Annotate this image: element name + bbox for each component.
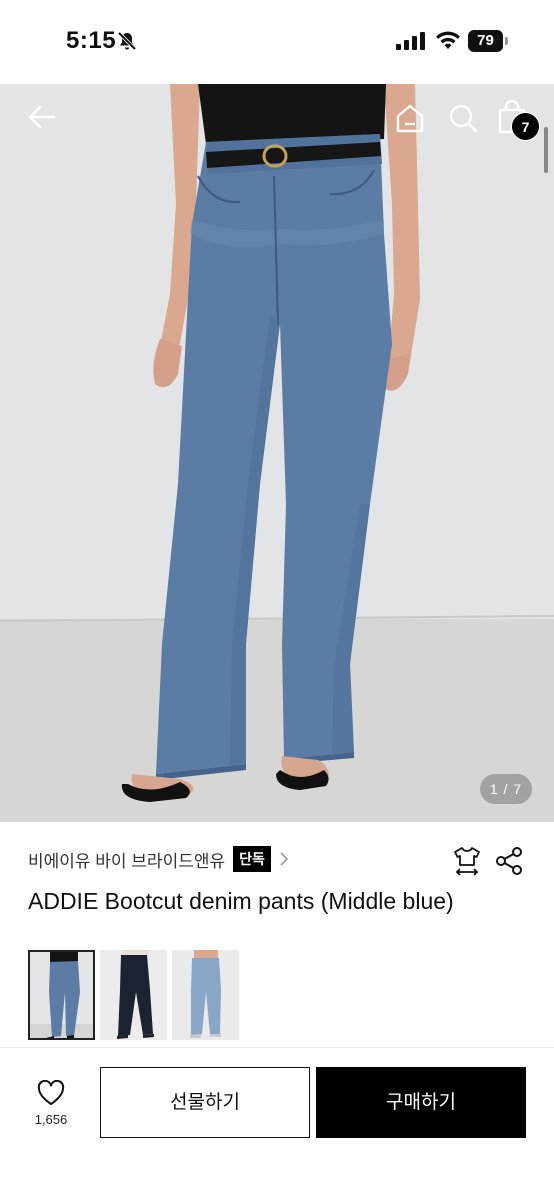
battery-level: 79 [468,30,503,52]
heart-icon [37,1080,65,1105]
like-count: 1,656 [34,1112,68,1127]
search-icon[interactable] [447,102,479,134]
status-bar: 5:15 79 [0,0,554,84]
gift-button[interactable]: 선물하기 [100,1067,310,1138]
battery-icon: 79 [468,30,508,52]
status-time: 5:15 [66,27,117,54]
brand-link[interactable]: 비에이유 바이 브라이드앤유 단독 [28,845,289,873]
share-icon[interactable] [495,846,523,876]
scrollbar [544,127,548,173]
thumbnail-2[interactable] [100,950,167,1040]
home-icon[interactable] [394,102,426,134]
cellular-signal-icon [396,32,425,50]
thumbnail-3[interactable] [172,950,239,1040]
buy-button[interactable]: 구매하기 [316,1067,526,1138]
chevron-right-icon [280,852,289,866]
thumbnail-1[interactable] [28,950,95,1040]
size-guide-icon[interactable] [451,845,483,877]
product-title: ADDIE Bootcut denim pants (Middle blue) [28,888,454,914]
image-counter: 1 / 7 [480,774,532,804]
wifi-icon [436,31,460,49]
brand-name: 비에이유 바이 브라이드앤유 [28,851,226,871]
bell-slash-icon [117,31,137,51]
like-button[interactable]: 1,656 [30,1080,72,1132]
cart-count-badge[interactable]: 7 [511,112,540,141]
product-photo [0,84,554,822]
product-image-carousel[interactable] [0,84,554,822]
back-arrow-icon[interactable] [26,101,58,133]
thumbnail-strip [28,950,239,1040]
exclusive-badge: 단독 [233,846,271,872]
